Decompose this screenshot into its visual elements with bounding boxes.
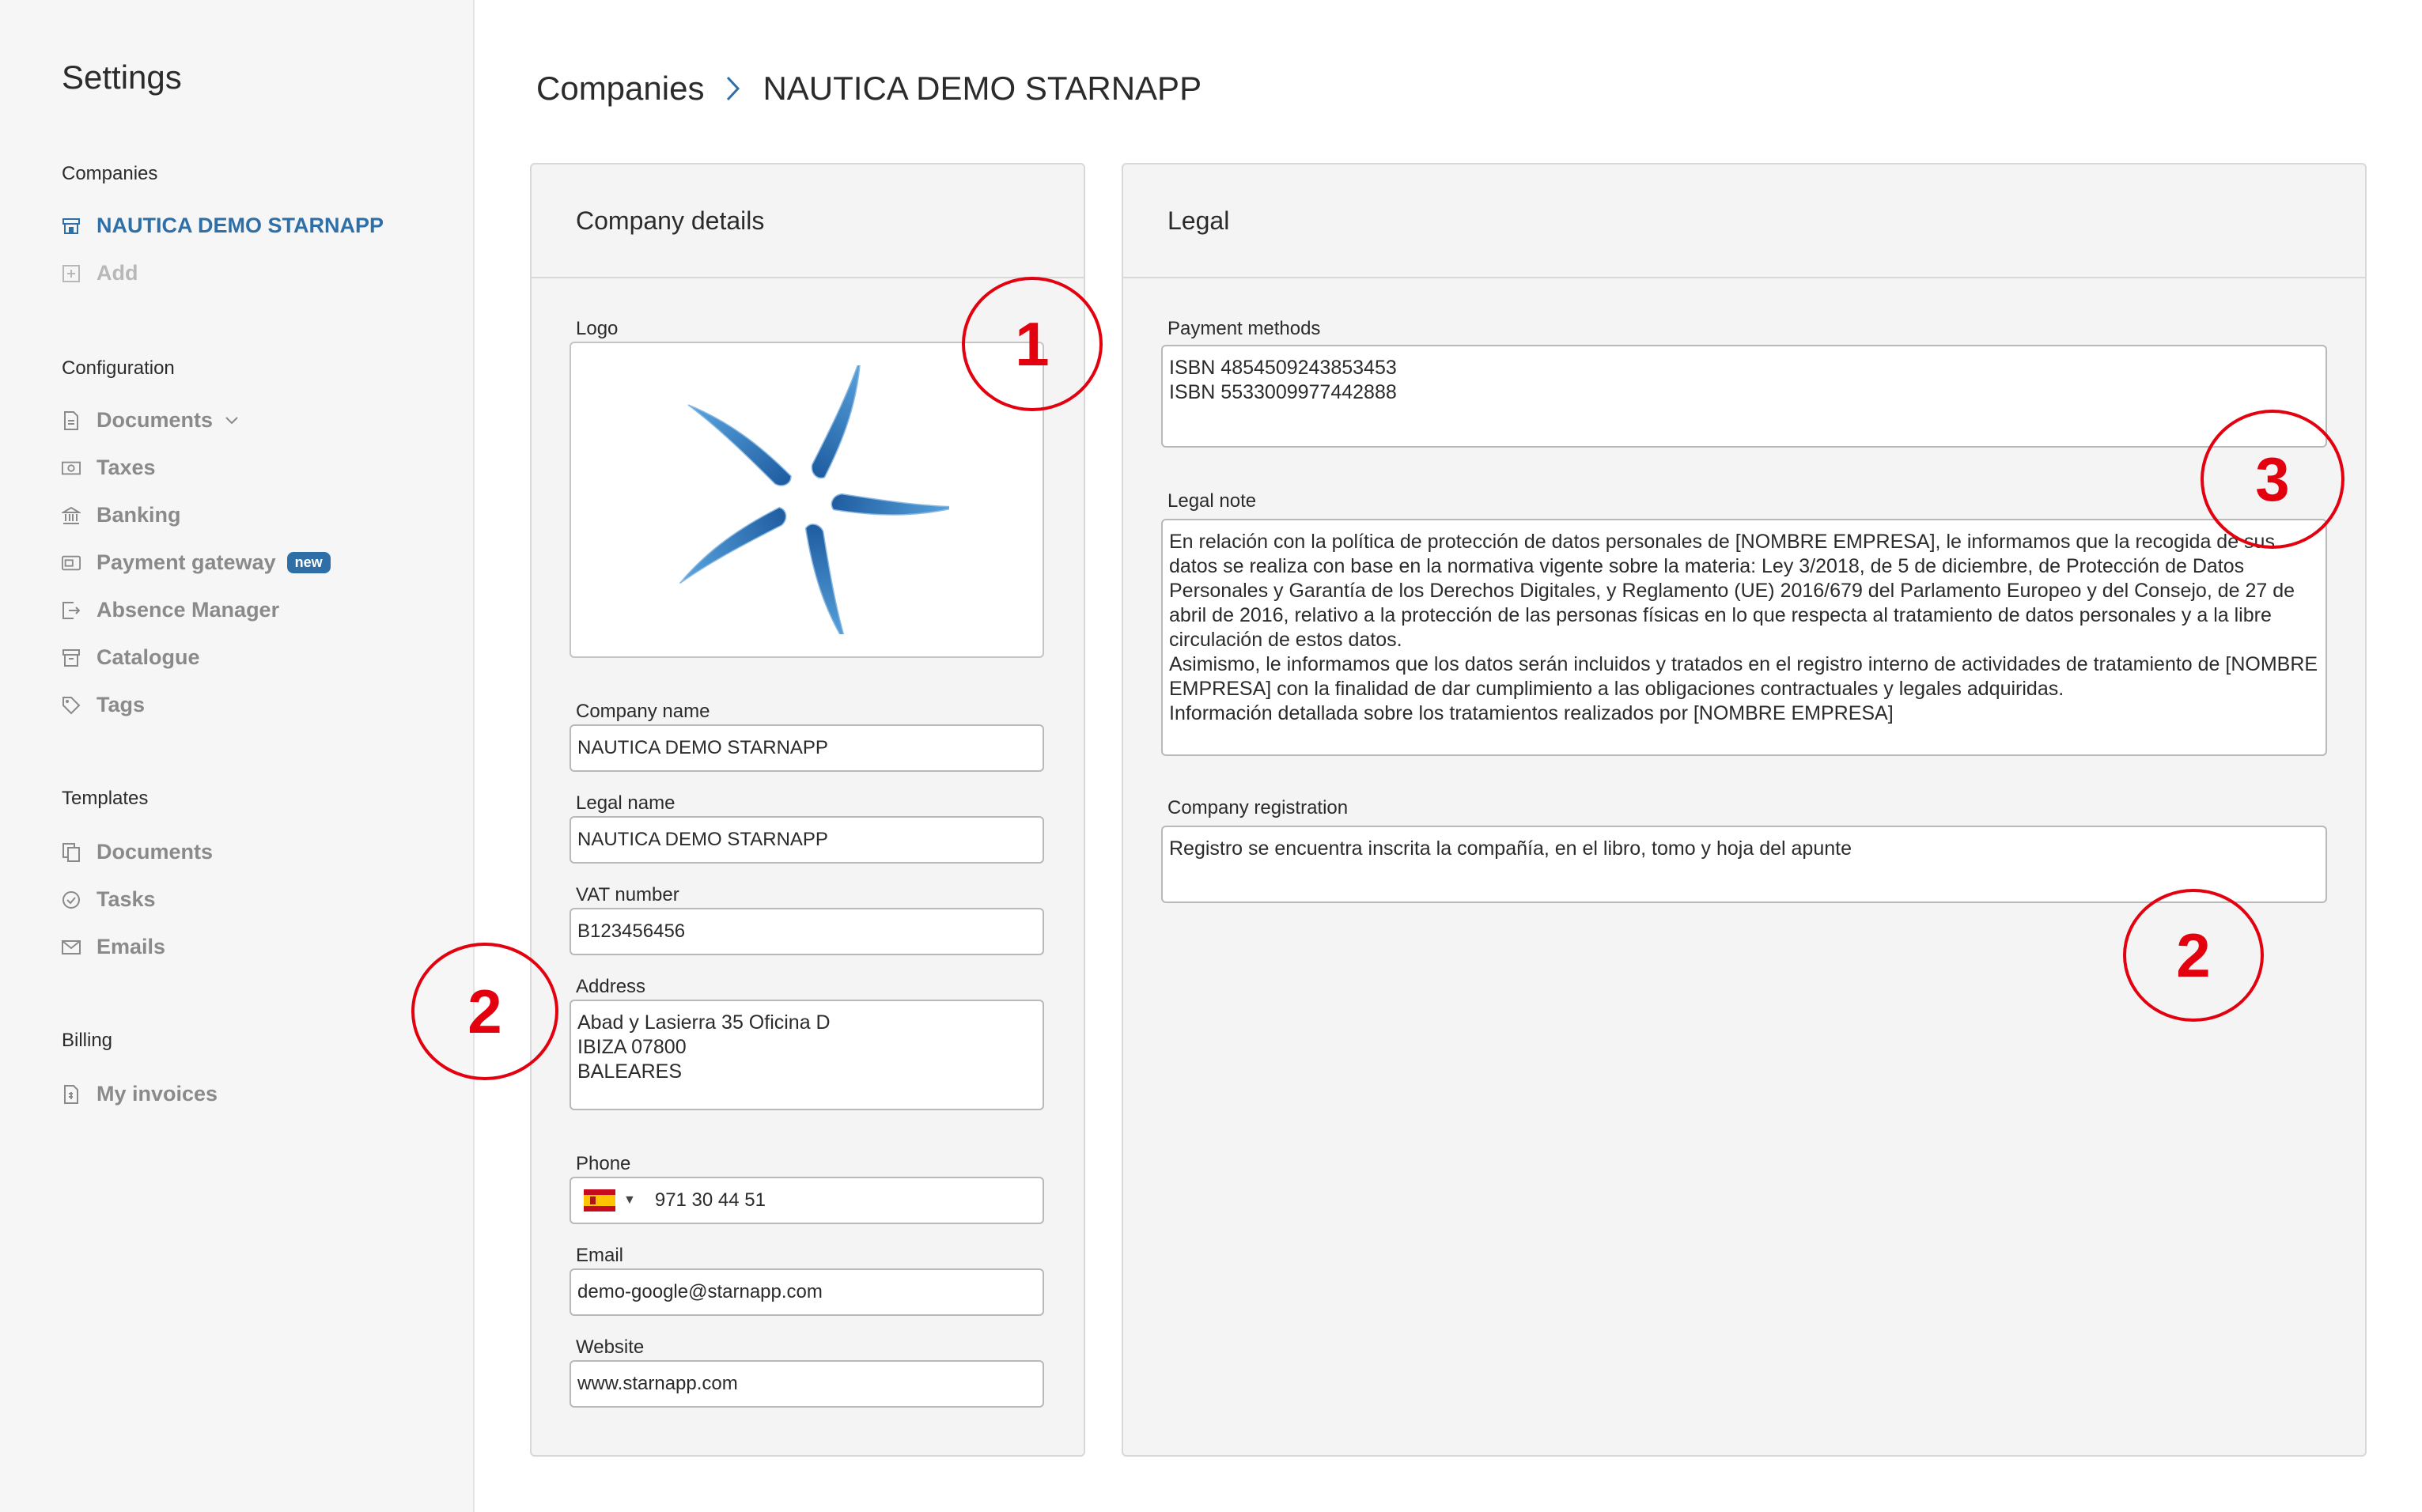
sidebar-item-label: Add — [97, 261, 138, 285]
sidebar-item-tasks[interactable]: Tasks — [62, 887, 156, 912]
vat-number-label: VAT number — [576, 884, 679, 905]
phone-label: Phone — [576, 1153, 631, 1174]
sidebar-item-my-invoices[interactable]: My invoices — [62, 1082, 218, 1106]
sidebar-item-documents[interactable]: Documents — [62, 408, 238, 433]
breadcrumb-current: NAUTICA DEMO STARNAPP — [763, 70, 1202, 107]
sidebar-item-template-documents[interactable]: Documents — [62, 840, 213, 864]
sidebar-item-label: NAUTICA DEMO STARNAPP — [97, 214, 384, 237]
company-registration-textarea[interactable]: Registro se encuentra inscrita la compañ… — [1161, 826, 2327, 903]
website-label: Website — [576, 1336, 645, 1358]
sidebar-item-label: Tasks — [97, 887, 156, 911]
money-icon — [62, 459, 81, 478]
sidebar-item-label: Catalogue — [97, 645, 200, 669]
plus-square-icon — [62, 264, 81, 283]
company-logo — [679, 365, 949, 634]
document-icon — [62, 410, 81, 430]
sidebar-item-label: Payment gateway — [97, 550, 276, 574]
chevron-right-icon — [726, 76, 740, 101]
phone-input[interactable]: ▼ 971 30 44 51 — [570, 1177, 1044, 1224]
tag-icon — [62, 696, 81, 715]
sidebar-item-label: Emails — [97, 935, 166, 958]
section-billing-heading: Billing — [62, 1030, 113, 1051]
address-textarea[interactable]: Abad y Lasierra 35 Oficina D IBIZA 07800… — [570, 1000, 1044, 1110]
sidebar-item-label: Documents — [97, 408, 214, 432]
breadcrumb-companies-link[interactable]: Companies — [536, 70, 704, 108]
company-name-input[interactable]: NAUTICA DEMO STARNAPP — [570, 724, 1044, 772]
payment-methods-textarea[interactable]: ISBN 4854509243853453 ISBN 5533009977442… — [1161, 345, 2327, 448]
sidebar-item-label: Tags — [97, 693, 146, 716]
sidebar-item-nautica-demo-starnapp[interactable]: NAUTICA DEMO STARNAPP — [62, 214, 384, 238]
sidebar-item-label: Taxes — [97, 455, 156, 479]
spain-flag-icon[interactable] — [584, 1189, 615, 1211]
exit-icon — [62, 601, 81, 620]
sidebar-item-payment-gateway[interactable]: Payment gateway new — [62, 550, 331, 575]
invoice-icon — [62, 1084, 81, 1104]
settings-sidebar: Settings Companies NAUTICA DEMO STARNAPP… — [0, 0, 475, 1512]
legal-name-label: Legal name — [576, 792, 676, 814]
logo-upload[interactable] — [570, 342, 1044, 658]
bank-icon — [62, 506, 81, 525]
email-input[interactable]: demo-google@starnapp.com — [570, 1268, 1044, 1316]
section-companies-heading: Companies — [62, 163, 158, 184]
section-configuration-heading: Configuration — [62, 357, 175, 379]
breadcrumb: Companies NAUTICA DEMO STARNAPP — [536, 70, 1202, 108]
chevron-down-icon[interactable] — [225, 412, 238, 429]
payment-methods-label: Payment methods — [1167, 318, 1321, 339]
payment-gateway-icon — [62, 554, 81, 573]
annotation-marker-3: 3 — [2201, 410, 2344, 549]
sidebar-item-taxes[interactable]: Taxes — [62, 455, 156, 480]
legal-note-textarea[interactable]: En relación con la política de protecció… — [1161, 519, 2327, 756]
legal-title: Legal — [1123, 164, 2365, 278]
website-input[interactable]: www.starnapp.com — [570, 1360, 1044, 1408]
sidebar-item-label: My invoices — [97, 1082, 218, 1106]
sidebar-item-absence-manager[interactable]: Absence Manager — [62, 598, 279, 622]
vat-number-input[interactable]: B123456456 — [570, 908, 1044, 955]
sidebar-item-emails[interactable]: Emails — [62, 935, 165, 959]
section-templates-heading: Templates — [62, 788, 149, 809]
sidebar-item-catalogue[interactable]: Catalogue — [62, 645, 200, 670]
copy-icon — [62, 842, 81, 862]
sidebar-item-banking[interactable]: Banking — [62, 503, 181, 527]
sidebar-item-label: Documents — [97, 840, 214, 864]
check-circle-icon — [62, 890, 81, 909]
country-dropdown-caret-icon[interactable]: ▼ — [623, 1193, 636, 1208]
sidebar-item-add[interactable]: Add — [62, 261, 138, 285]
company-registration-label: Company registration — [1167, 797, 1349, 818]
sidebar-title: Settings — [62, 59, 182, 96]
company-name-label: Company name — [576, 701, 710, 722]
phone-value: 971 30 44 51 — [654, 1189, 766, 1211]
archive-icon — [62, 648, 81, 667]
legal-name-input[interactable]: NAUTICA DEMO STARNAPP — [570, 816, 1044, 864]
new-badge: new — [286, 552, 331, 573]
email-label: Email — [576, 1245, 624, 1266]
logo-label: Logo — [576, 318, 619, 339]
annotation-marker-2-right: 2 — [2123, 889, 2264, 1022]
annotation-marker-1: 1 — [962, 277, 1103, 411]
store-icon — [62, 217, 81, 236]
sidebar-item-tags[interactable]: Tags — [62, 693, 145, 717]
legal-note-label: Legal note — [1167, 490, 1257, 512]
company-details-title: Company details — [532, 164, 1084, 278]
mail-icon — [62, 938, 81, 957]
annotation-marker-2-left: 2 — [411, 943, 558, 1080]
address-label: Address — [576, 976, 646, 997]
sidebar-item-label: Absence Manager — [97, 598, 280, 622]
sidebar-item-label: Banking — [97, 503, 181, 527]
